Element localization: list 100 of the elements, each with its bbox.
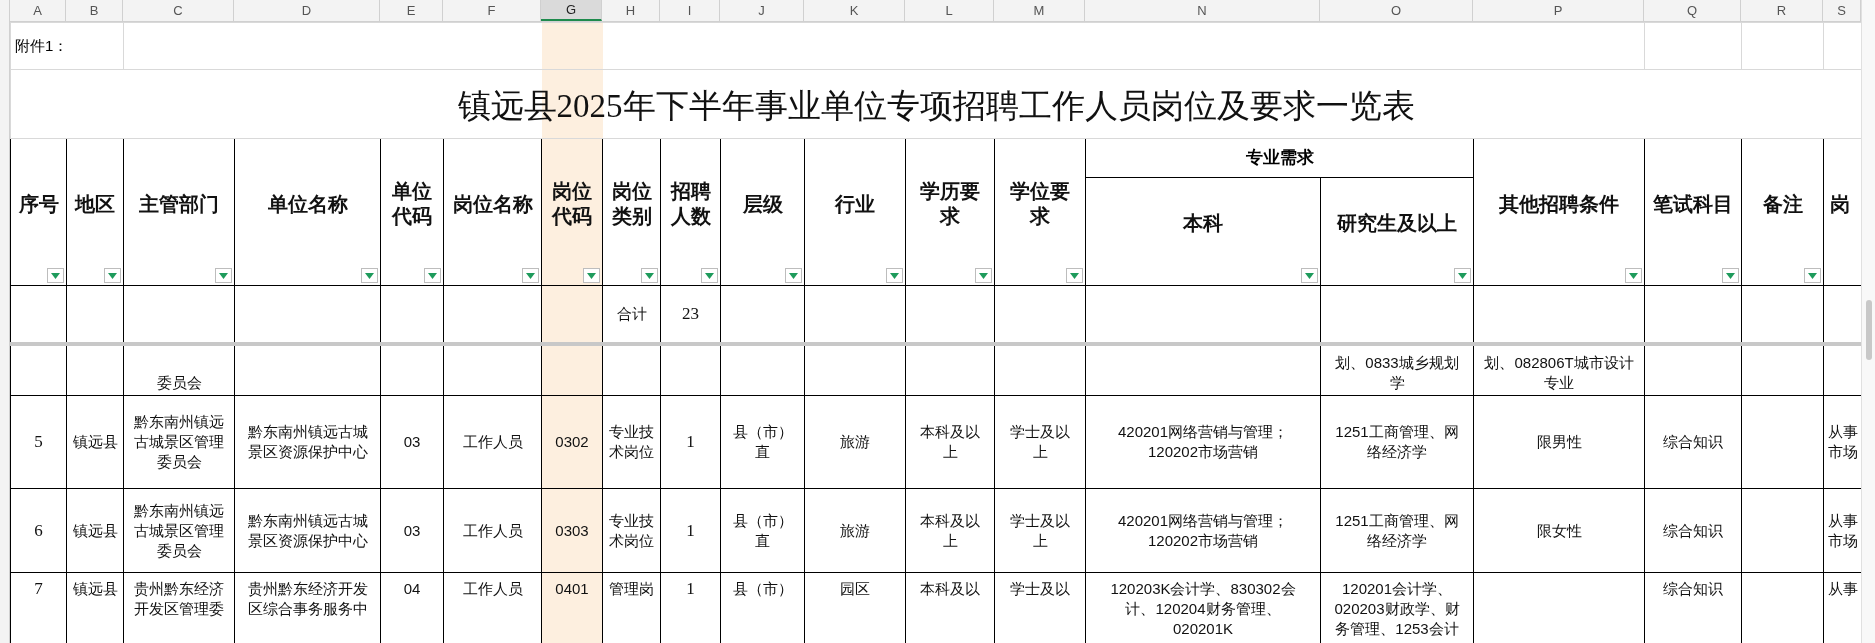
table-cell: 1251工商管理、网络经济学 xyxy=(1320,488,1474,573)
sheet-title: 镇远县2025年下半年事业单位专项招聘工作人员岗位及要求一览表 xyxy=(457,87,1415,127)
table-cell: 6 xyxy=(10,488,67,573)
caret-icon xyxy=(1629,272,1639,279)
table-cell: 黔东南州镇远古城景区资源保护中心 xyxy=(234,488,381,573)
table-cell: 黔东南州镇远古城景区管理委员会 xyxy=(123,395,235,489)
column-header: 主管部门 xyxy=(138,191,220,217)
table-cell: 7 xyxy=(10,572,67,643)
filter-dropdown-button[interactable] xyxy=(522,268,539,283)
column-header: 地区 xyxy=(73,191,116,217)
column-letter[interactable]: B xyxy=(66,0,123,21)
filter-dropdown-button[interactable] xyxy=(641,268,658,283)
column-header: 其他招聘条件 xyxy=(1498,191,1621,217)
attachment-label: 附件1： xyxy=(15,37,69,54)
column-letter[interactable]: P xyxy=(1473,0,1644,21)
filter-dropdown-button[interactable] xyxy=(583,268,600,283)
table-cell: 0302 xyxy=(541,395,603,489)
caret-icon xyxy=(705,272,714,279)
table-cell: 本科及以上 xyxy=(905,395,995,489)
filter-dropdown-button[interactable] xyxy=(1301,268,1318,283)
table-cell: 黔东南州镇远古城景区资源保护中心 xyxy=(234,395,381,489)
column-header: 行业 xyxy=(833,191,876,217)
table-cell: 综合知识 xyxy=(1644,488,1742,573)
column-letter[interactable]: H xyxy=(602,0,660,21)
table-cell: 420201网络营销与管理；120202市场营销 xyxy=(1085,488,1321,573)
caret-icon xyxy=(51,272,60,279)
caret-icon xyxy=(979,272,988,279)
filter-dropdown-button[interactable] xyxy=(104,268,121,283)
caret-icon xyxy=(219,272,228,279)
caret-icon xyxy=(1070,272,1079,279)
table-cell: 1 xyxy=(660,488,721,573)
column-header: 岗位代码 xyxy=(550,179,593,229)
table-cell: 旅游 xyxy=(804,395,906,489)
column-letter[interactable]: D xyxy=(234,0,380,21)
table-cell: 本科及以上 xyxy=(905,488,995,573)
table-cell: 限男性 xyxy=(1473,395,1645,489)
column-header: 笔试科目 xyxy=(1652,191,1735,217)
column-letter[interactable]: A xyxy=(10,0,66,21)
filter-dropdown-button[interactable] xyxy=(1066,268,1083,283)
column-header: 岗位名称 xyxy=(451,191,534,217)
column-letter[interactable]: O xyxy=(1320,0,1473,21)
table-cell: 黔东南州镇远古城景区管理委员会 xyxy=(123,488,235,573)
vertical-scrollbar[interactable] xyxy=(1861,0,1875,643)
table-cell: 镇远县 xyxy=(66,395,124,489)
filter-dropdown-button[interactable] xyxy=(47,268,64,283)
column-header: 招聘人数 xyxy=(669,179,712,229)
column-header: 学位要求 xyxy=(1009,179,1071,229)
column-header: 岗 xyxy=(1829,191,1851,217)
table-cell: 限女性 xyxy=(1473,488,1645,573)
column-letter[interactable]: L xyxy=(905,0,994,21)
column-header: 单位代码 xyxy=(390,179,433,229)
caret-icon xyxy=(789,272,798,279)
column-header: 岗位类别 xyxy=(610,179,653,229)
caret-icon xyxy=(1808,272,1818,279)
table-cell: 专业技术岗位 xyxy=(602,488,661,573)
filter-dropdown-button[interactable] xyxy=(975,268,992,283)
table-cell: 03 xyxy=(380,488,444,573)
column-letter[interactable]: I xyxy=(660,0,720,21)
filter-dropdown-button[interactable] xyxy=(1804,268,1822,283)
column-letter[interactable]: E xyxy=(380,0,443,21)
column-letter[interactable]: J xyxy=(720,0,804,21)
caret-icon xyxy=(365,272,374,279)
table-cell: 划、082806T城市设计专业 xyxy=(1473,343,1645,396)
filter-dropdown-button[interactable] xyxy=(886,268,903,283)
caret-icon xyxy=(890,272,899,279)
table-cell: 委员会 xyxy=(123,343,235,396)
filter-dropdown-button[interactable] xyxy=(1454,268,1471,283)
filter-dropdown-button[interactable] xyxy=(215,268,232,283)
filter-dropdown-button[interactable] xyxy=(1722,268,1740,283)
table-cell: 0303 xyxy=(541,488,603,573)
column-letter[interactable]: R xyxy=(1741,0,1823,21)
table-cell: 专业技术岗位 xyxy=(602,395,661,489)
table-cell: 县（市）直 xyxy=(720,488,805,573)
table-cell: 划、0833城乡规划学 xyxy=(1320,343,1474,396)
column-letter[interactable]: Q xyxy=(1644,0,1741,21)
filter-dropdown-button[interactable] xyxy=(1625,268,1643,283)
caret-icon xyxy=(1305,272,1314,279)
table-cell: 镇远县 xyxy=(66,488,124,573)
group-header: 专业需求 xyxy=(1245,148,1314,168)
column-header: 备注 xyxy=(1761,191,1804,217)
caret-icon xyxy=(108,272,117,279)
filter-dropdown-button[interactable] xyxy=(785,268,802,283)
table-cell: 5 xyxy=(10,395,67,489)
filter-dropdown-button[interactable] xyxy=(424,268,441,283)
column-letter[interactable]: M xyxy=(994,0,1085,21)
filter-dropdown-button[interactable] xyxy=(361,268,378,283)
table-cell: 工作人员 xyxy=(443,395,542,489)
table-cell: 03 xyxy=(380,395,444,489)
column-header: 层级 xyxy=(741,191,784,217)
column-letter[interactable]: K xyxy=(804,0,905,21)
caret-icon xyxy=(526,272,535,279)
table-cell: 学士及以上 xyxy=(994,488,1086,573)
table-cell: 综合知识 xyxy=(1644,395,1742,489)
filter-dropdown-button[interactable] xyxy=(701,268,718,283)
column-letter[interactable]: C xyxy=(123,0,234,21)
column-letter[interactable]: N xyxy=(1085,0,1320,21)
caret-icon xyxy=(645,272,654,279)
caret-icon xyxy=(1726,272,1736,279)
column-letter[interactable]: G xyxy=(541,0,602,21)
caret-icon xyxy=(1458,272,1467,279)
